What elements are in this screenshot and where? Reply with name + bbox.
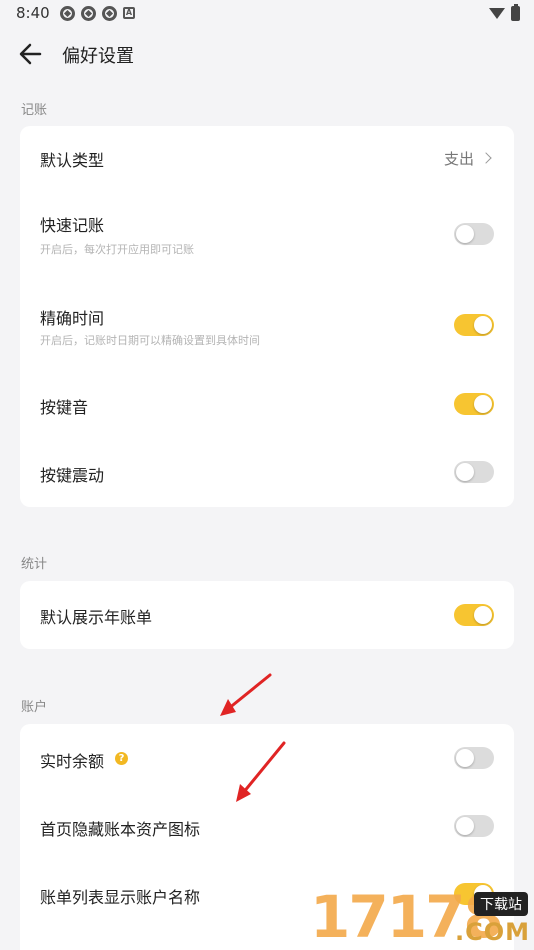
chevron-right-icon	[480, 152, 492, 164]
hide-asset-icon-title: 首页隐藏账本资产图标	[40, 820, 201, 839]
battery-icon	[511, 4, 520, 21]
bookkeeping-card: 默认类型 支出 快速记账 开启后，每次打开应用即可记账 精确时间 开启后，记账时…	[20, 126, 514, 507]
default-year-bill-row: 默认展示年账单	[20, 581, 514, 649]
annotation-arrow	[220, 673, 272, 716]
arrow-left-icon	[19, 43, 42, 65]
hide-asset-icon-row: 首页隐藏账本资产图标	[20, 792, 514, 860]
status-time: 8:40	[16, 4, 50, 22]
wifi-icon	[489, 8, 505, 19]
key-vibration-title: 按键震动	[40, 466, 105, 485]
realtime-balance-row: 实时余额 ?	[20, 724, 514, 792]
show-account-name-title: 账单列表显示账户名称	[40, 888, 201, 907]
section-label-bookkeeping: 记账	[21, 103, 48, 118]
realtime-balance-title: 实时余额	[40, 752, 105, 771]
precise-time-toggle[interactable]	[454, 314, 494, 336]
quick-record-toggle[interactable]	[454, 223, 494, 245]
preferences-screen: 8:40 A 偏好设置 记账 默认类型 支出 快速记账 开启后，每次打开应用即可…	[0, 0, 534, 950]
realtime-balance-toggle[interactable]	[454, 747, 494, 769]
key-vibration-toggle[interactable]	[454, 461, 494, 483]
toggle-knob	[456, 749, 474, 767]
font-notification-icon: A	[123, 7, 135, 19]
question-circle-icon[interactable]: ?	[115, 752, 128, 765]
back-button[interactable]	[16, 40, 48, 68]
app-notification-icon	[60, 6, 75, 21]
system-icons	[489, 4, 520, 21]
status-bar: 8:40 A	[0, 0, 534, 30]
notification-icons: A	[60, 6, 135, 21]
toggle-knob	[456, 463, 474, 481]
default-type-row[interactable]: 默认类型 支出	[20, 126, 514, 190]
quick-record-subtitle: 开启后，每次打开应用即可记账	[40, 243, 194, 256]
toggle-knob	[474, 316, 492, 334]
key-vibration-row: 按键震动	[20, 440, 514, 507]
toggle-knob	[474, 606, 492, 624]
precise-time-title: 精确时间	[40, 309, 105, 328]
default-year-bill-toggle[interactable]	[454, 604, 494, 626]
default-year-bill-title: 默认展示年账单	[40, 608, 153, 627]
watermark-suffix: .COM	[454, 918, 530, 946]
key-sound-row: 按键音	[20, 372, 514, 440]
page-title: 偏好设置	[62, 46, 134, 67]
key-sound-toggle[interactable]	[454, 393, 494, 415]
quick-record-title: 快速记账	[40, 216, 105, 235]
default-type-value: 支出	[443, 150, 474, 168]
watermark-badge: 下载站	[474, 892, 528, 916]
toggle-knob	[456, 225, 474, 243]
toggle-knob	[474, 395, 492, 413]
section-label-statistics: 统计	[21, 557, 48, 572]
default-type-title: 默认类型	[40, 151, 105, 170]
section-label-account: 账户	[21, 700, 48, 715]
toggle-knob	[456, 817, 474, 835]
app-notification-icon	[102, 6, 117, 21]
precise-time-subtitle: 开启后，记账时日期可以精确设置到具体时间	[40, 334, 260, 347]
statistics-card: 默认展示年账单	[20, 581, 514, 649]
key-sound-title: 按键音	[40, 398, 89, 417]
quick-record-row: 快速记账 开启后，每次打开应用即可记账	[20, 190, 514, 278]
site-watermark: 17178 下载站 .COM	[310, 884, 534, 950]
app-notification-icon	[81, 6, 96, 21]
precise-time-row: 精确时间 开启后，记账时日期可以精确设置到具体时间	[20, 278, 514, 372]
app-header: 偏好设置	[0, 30, 534, 78]
hide-asset-icon-toggle[interactable]	[454, 815, 494, 837]
